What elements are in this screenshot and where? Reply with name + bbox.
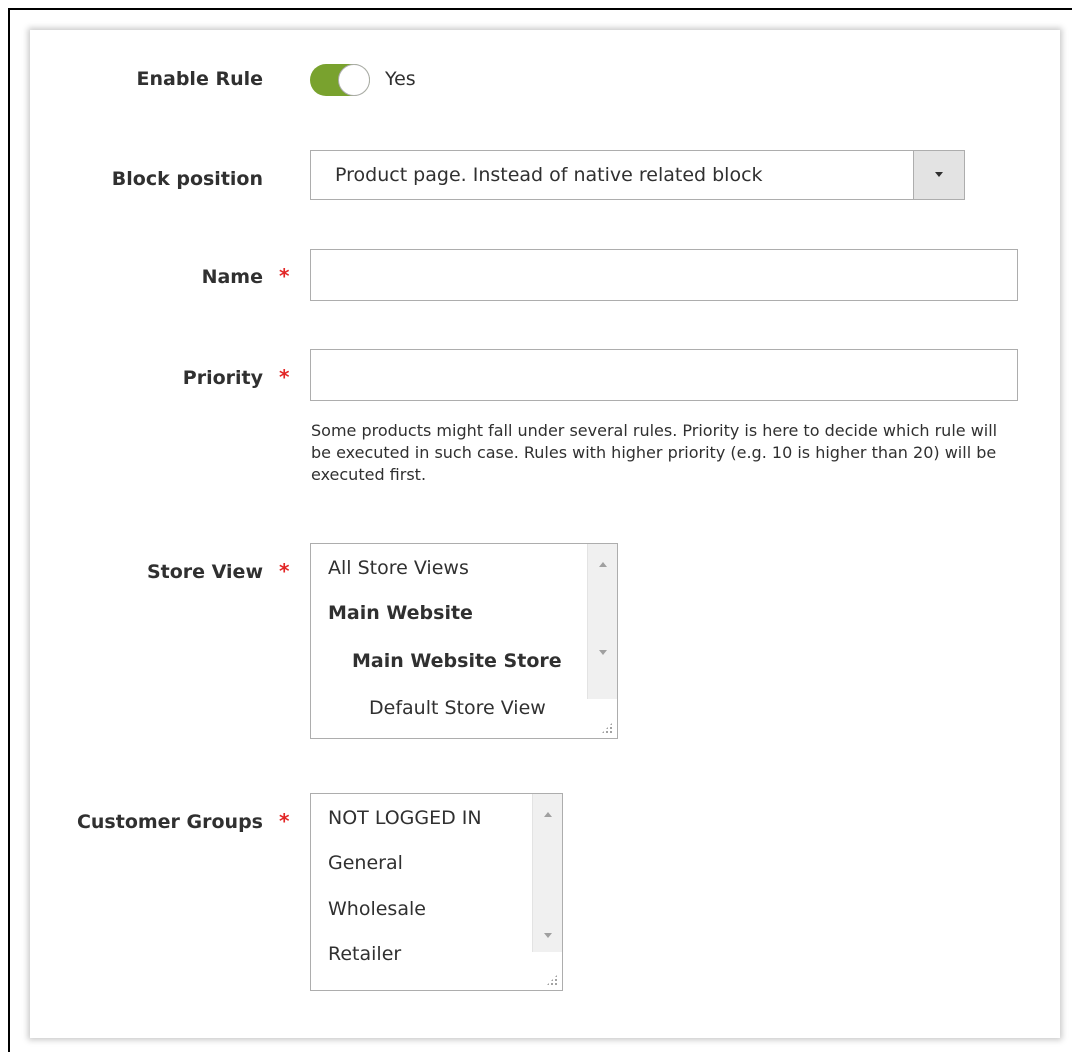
- store-view-label: Store View: [146, 561, 263, 583]
- name-label: Name: [201, 266, 263, 288]
- name-input[interactable]: [310, 249, 1018, 301]
- block-position-label: Block position: [111, 168, 263, 190]
- chevron-down-icon[interactable]: [913, 151, 964, 199]
- customer-groups-multiselect[interactable]: NOT LOGGED IN General Wholesale Retailer: [310, 793, 563, 991]
- name-required-marker: *: [279, 264, 290, 288]
- priority-label: Priority: [182, 367, 263, 389]
- enable-rule-value: Yes: [385, 68, 416, 90]
- enable-rule-toggle[interactable]: [310, 64, 370, 96]
- customer-groups-label: Customer Groups: [76, 811, 263, 833]
- resize-grip-icon[interactable]: [546, 974, 558, 986]
- store-view-required-marker: *: [279, 559, 290, 583]
- scrollbar[interactable]: [587, 544, 617, 699]
- toggle-knob: [338, 64, 370, 96]
- scroll-down-icon[interactable]: [544, 933, 552, 938]
- list-item[interactable]: All Store Views: [328, 557, 469, 579]
- resize-grip-icon[interactable]: [601, 722, 613, 734]
- store-view-multiselect[interactable]: All Store Views Main Website Main Websit…: [310, 543, 618, 739]
- block-position-select[interactable]: Product page. Instead of native related …: [310, 150, 965, 200]
- enable-rule-label: Enable Rule: [136, 68, 264, 90]
- customer-groups-required-marker: *: [279, 809, 290, 833]
- scroll-up-icon[interactable]: [544, 812, 552, 817]
- priority-note: Some products might fall under several r…: [311, 421, 998, 484]
- block-position-value: Product page. Instead of native related …: [335, 164, 763, 186]
- list-item[interactable]: Wholesale: [328, 898, 426, 920]
- list-item[interactable]: Main Website Store: [352, 650, 562, 672]
- list-item[interactable]: General: [328, 852, 403, 874]
- priority-required-marker: *: [279, 365, 290, 389]
- list-item[interactable]: Retailer: [328, 943, 401, 965]
- list-item[interactable]: NOT LOGGED IN: [328, 807, 482, 829]
- list-item[interactable]: Main Website: [328, 602, 473, 624]
- scroll-up-icon[interactable]: [599, 562, 607, 567]
- priority-input[interactable]: [310, 349, 1018, 401]
- list-item[interactable]: Default Store View: [369, 697, 546, 719]
- scroll-down-icon[interactable]: [599, 650, 607, 655]
- scrollbar[interactable]: [532, 794, 562, 952]
